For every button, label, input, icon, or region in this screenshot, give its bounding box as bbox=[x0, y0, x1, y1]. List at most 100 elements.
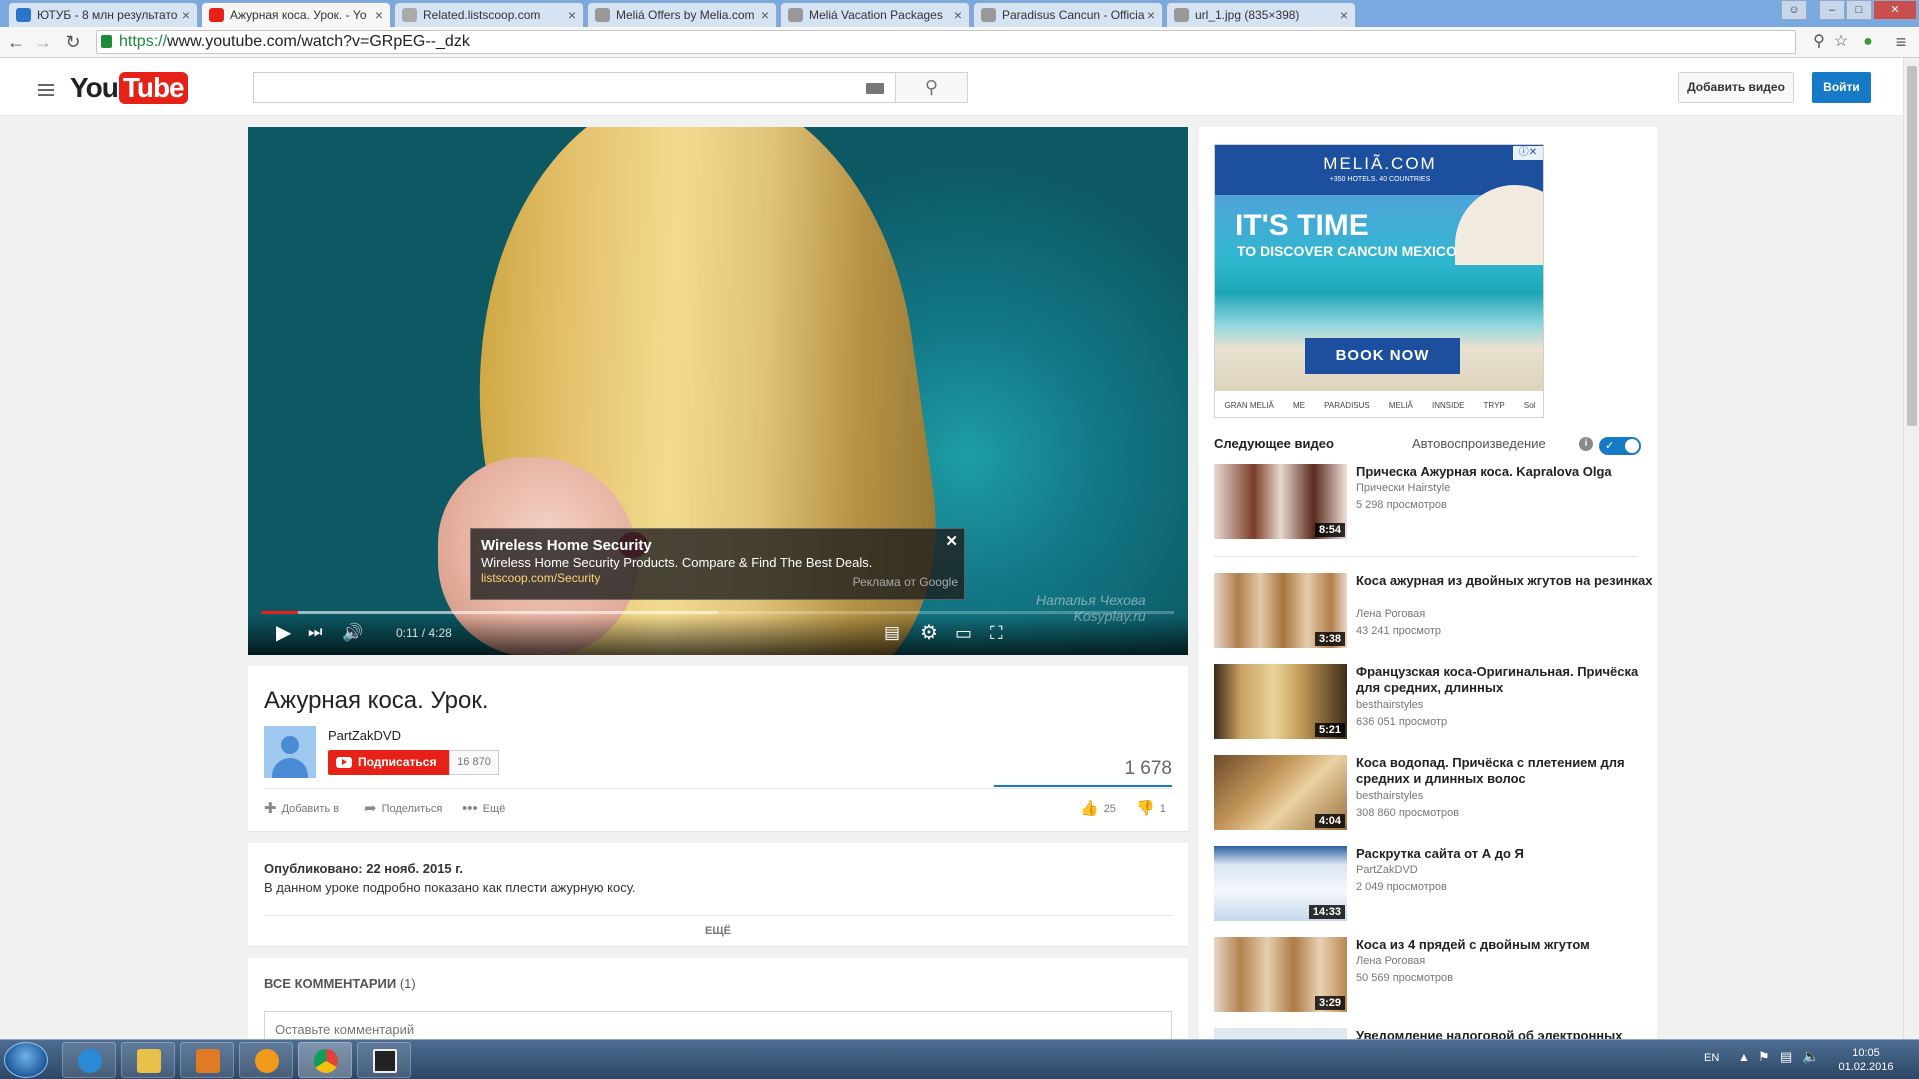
bookmark-star-icon[interactable]: ☆ bbox=[1830, 31, 1852, 53]
video-views: 636 051 просмотр bbox=[1356, 716, 1448, 728]
tab-close-icon[interactable]: × bbox=[1147, 3, 1155, 27]
chrome-icon[interactable] bbox=[298, 1042, 352, 1078]
ad-brand-logos: GRAN MELIÃ ME PARADISUS MELIÃ INNSIDE TR… bbox=[1215, 391, 1543, 417]
info-icon[interactable]: i bbox=[1579, 437, 1593, 451]
video-title-link[interactable]: Коса водопад. Причёска с плетением для с… bbox=[1356, 755, 1656, 787]
menu-icon[interactable]: ≡ bbox=[1890, 31, 1912, 53]
tray-arrow-icon[interactable]: ▲ bbox=[1738, 1050, 1750, 1064]
theater-mode-icon[interactable]: ▭ bbox=[955, 619, 972, 647]
tab-close-icon[interactable]: × bbox=[1340, 3, 1348, 27]
search-button[interactable]: ⚲ bbox=[895, 72, 968, 103]
ad-info-close-icon[interactable]: ⓘ✕ bbox=[1513, 146, 1543, 160]
ad-headline: IT'S TIME bbox=[1235, 209, 1369, 242]
comments-panel: ВСЕ КОММЕНТАРИИ (1) Оставьте комментарий bbox=[248, 958, 1188, 1047]
avast-icon[interactable] bbox=[239, 1042, 293, 1078]
tab-label: Ажурная коса. Урок. - Yo bbox=[230, 8, 367, 22]
window-app-icon[interactable] bbox=[357, 1042, 411, 1078]
browser-tab-listscoop[interactable]: Related.listscoop.com × bbox=[394, 2, 584, 27]
browser-tab-search[interactable]: ЮТУБ - 8 млн результато × bbox=[8, 2, 198, 27]
speaker-icon[interactable]: 🔈 bbox=[1802, 1048, 1819, 1065]
autoplay-toggle[interactable]: ✓ bbox=[1599, 437, 1641, 455]
tab-close-icon[interactable]: × bbox=[182, 3, 190, 27]
guide-menu-icon[interactable] bbox=[38, 84, 54, 99]
video-title-link[interactable]: Французская коса-Оригинальная. Причёска … bbox=[1356, 664, 1656, 696]
like-button[interactable]: 👍 25 bbox=[1080, 801, 1116, 816]
browser-tab-paradisus[interactable]: Paradisus Cancun - Officia × bbox=[973, 2, 1163, 27]
sidebar-ad-banner[interactable]: MELIÃ.COM +350 HOTELS. 40 COUNTRIES ⓘ✕ I… bbox=[1214, 144, 1544, 418]
browser-tab-melia-offers[interactable]: Meliá Offers by Melia.com × bbox=[587, 2, 777, 27]
share-button[interactable]: ➦ Поделиться bbox=[364, 801, 442, 816]
file-explorer-icon[interactable] bbox=[121, 1042, 175, 1078]
tab-close-icon[interactable]: × bbox=[375, 3, 383, 27]
video-thumbnail[interactable]: 8:54 bbox=[1214, 464, 1347, 539]
subtitles-icon[interactable]: ▤ bbox=[884, 619, 900, 647]
volume-icon[interactable]: 🔊 bbox=[342, 619, 363, 647]
related-video-item[interactable]: 14:33 Раскрутка сайта от А до Я PartZakD… bbox=[1214, 846, 1654, 922]
start-button-icon[interactable] bbox=[4, 1042, 48, 1078]
more-actions-button[interactable]: ••• Ещё bbox=[462, 800, 505, 817]
close-icon[interactable]: ✕ bbox=[945, 532, 958, 550]
fullscreen-icon[interactable]: ⛶ bbox=[990, 619, 1003, 647]
up-next-item[interactable]: 8:54 Прическа Ажурная коса. Kapralova Ol… bbox=[1214, 464, 1654, 540]
show-more-button[interactable]: ЕЩЁ bbox=[248, 925, 1188, 937]
video-thumbnail[interactable]: 3:38 bbox=[1214, 573, 1347, 648]
video-thumbnail[interactable]: 3:29 bbox=[1214, 937, 1347, 1012]
keyboard-icon[interactable] bbox=[866, 83, 884, 94]
tab-close-icon[interactable]: × bbox=[761, 3, 769, 27]
tab-close-icon[interactable]: × bbox=[568, 3, 576, 27]
maximize-icon[interactable]: □ bbox=[1846, 0, 1872, 20]
browser-tab-melia-packages[interactable]: Meliá Vacation Packages × bbox=[780, 2, 970, 27]
language-indicator[interactable]: EN bbox=[1704, 1052, 1719, 1064]
play-icon[interactable]: ▶ bbox=[276, 619, 291, 647]
video-title-link[interactable]: Коса ажурная из двойных жгутов на резинк… bbox=[1356, 573, 1656, 589]
network-icon[interactable]: ▤ bbox=[1780, 1049, 1792, 1065]
minimize-icon[interactable]: – bbox=[1819, 0, 1845, 20]
settings-gear-icon[interactable]: ⚙ bbox=[920, 619, 938, 647]
scrollbar-thumb[interactable] bbox=[1907, 66, 1917, 426]
browser-tab-image[interactable]: url_1.jpg (835×398) × bbox=[1166, 2, 1356, 27]
address-bar[interactable]: https://www.youtube.com/watch?v=GRpEG--_… bbox=[96, 30, 1796, 54]
dislike-button[interactable]: 👎 1 bbox=[1136, 801, 1166, 816]
book-now-button[interactable]: BOOK NOW bbox=[1305, 338, 1460, 374]
extension-globe-icon[interactable]: ● bbox=[1857, 31, 1879, 53]
page-scrollbar[interactable] bbox=[1903, 58, 1919, 1039]
tab-close-icon[interactable]: × bbox=[954, 3, 962, 27]
internet-explorer-icon[interactable] bbox=[62, 1042, 116, 1078]
browser-tab-youtube[interactable]: Ажурная коса. Урок. - Yo × bbox=[201, 2, 391, 27]
channel-avatar[interactable] bbox=[264, 726, 316, 778]
forward-arrow-icon[interactable]: → bbox=[32, 31, 54, 53]
subscribe-button[interactable]: Подписаться bbox=[328, 750, 449, 775]
user-icon[interactable]: ☺ bbox=[1781, 0, 1807, 20]
add-video-button[interactable]: Добавить видео bbox=[1678, 72, 1794, 103]
video-thumbnail[interactable]: 4:04 bbox=[1214, 755, 1347, 830]
overlay-ad-title[interactable]: Wireless Home Security bbox=[481, 537, 954, 554]
back-arrow-icon[interactable]: ← bbox=[5, 31, 27, 53]
login-button[interactable]: Войти bbox=[1812, 72, 1871, 103]
video-title-link[interactable]: Раскрутка сайта от А до Я bbox=[1356, 846, 1656, 862]
video-thumbnail[interactable]: 5:21 bbox=[1214, 664, 1347, 739]
overlay-ad-description[interactable]: Wireless Home Security Products. Compare… bbox=[481, 554, 954, 571]
more-dots-icon: ••• bbox=[462, 800, 478, 817]
close-window-icon[interactable]: ✕ bbox=[1873, 0, 1917, 20]
video-thumbnail[interactable]: 14:33 bbox=[1214, 846, 1347, 921]
video-title-link[interactable]: Прическа Ажурная коса. Kapralova Olga bbox=[1356, 464, 1656, 480]
progress-bar[interactable] bbox=[261, 611, 1174, 614]
video-title-link[interactable]: Коса из 4 прядей с двойным жгутом bbox=[1356, 937, 1656, 953]
youtube-logo[interactable]: You Tube bbox=[70, 72, 188, 104]
related-video-item[interactable]: 4:04 Коса водопад. Причёска с плетением … bbox=[1214, 755, 1654, 831]
related-video-item[interactable]: 3:38 Коса ажурная из двойных жгутов на р… bbox=[1214, 573, 1654, 649]
search-input[interactable] bbox=[253, 72, 896, 103]
next-icon[interactable]: ⏭ bbox=[308, 619, 322, 647]
channel-name[interactable]: PartZakDVD bbox=[328, 728, 401, 743]
related-video-item[interactable]: 5:21 Французская коса-Оригинальная. Прич… bbox=[1214, 664, 1654, 740]
video-player[interactable]: Наталья ЧеховаKosyplay.ru Wireless Home … bbox=[248, 127, 1188, 655]
related-video-item[interactable]: 3:29 Коса из 4 прядей с двойным жгутом Л… bbox=[1214, 937, 1654, 1013]
zoom-icon[interactable]: ⚲ bbox=[1808, 31, 1830, 53]
media-player-icon[interactable] bbox=[180, 1042, 234, 1078]
reload-icon[interactable]: ↻ bbox=[62, 31, 84, 53]
overlay-ad[interactable]: Wireless Home Security Wireless Home Sec… bbox=[470, 528, 965, 600]
add-to-button[interactable]: ✚ Добавить в bbox=[264, 801, 339, 816]
time-display: 0:11 / 4:28 bbox=[396, 626, 452, 640]
flag-icon[interactable]: ⚑ bbox=[1758, 1049, 1770, 1065]
system-clock[interactable]: 10:05 01.02.2016 bbox=[1826, 1046, 1906, 1074]
